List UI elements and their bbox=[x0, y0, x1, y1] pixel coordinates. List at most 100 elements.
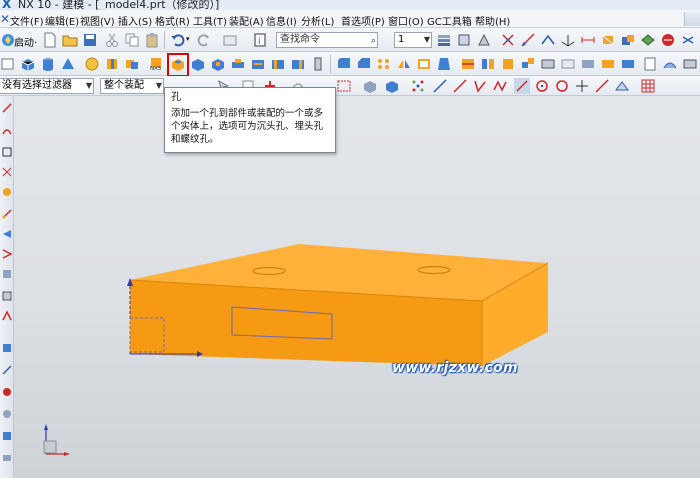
chamfer-icon[interactable] bbox=[356, 56, 372, 72]
move-to-layer-icon[interactable] bbox=[456, 32, 472, 48]
process-studio-icon[interactable] bbox=[1, 268, 13, 280]
menu-analysis[interactable]: 分析(L) bbox=[301, 13, 334, 28]
datum-csys-icon[interactable] bbox=[560, 32, 576, 48]
shortcuts-icon[interactable] bbox=[1, 452, 13, 464]
menu-assembly[interactable]: 装配(A) bbox=[229, 13, 264, 28]
manufacturing-wizard-icon[interactable] bbox=[1, 290, 13, 302]
feature-dialog-icon[interactable] bbox=[642, 56, 658, 72]
show-hide-icon[interactable] bbox=[620, 32, 636, 48]
draft-icon[interactable] bbox=[436, 56, 452, 72]
sketch-icon[interactable] bbox=[0, 56, 16, 72]
menu-info[interactable]: 信息(I) bbox=[266, 13, 297, 28]
menu-preferences[interactable]: 首选项(P) bbox=[341, 13, 385, 28]
palette-icon[interactable] bbox=[1, 386, 13, 398]
body-select-icon[interactable] bbox=[362, 78, 378, 94]
edge-blend-icon[interactable] bbox=[336, 56, 352, 72]
datum-axis-icon[interactable] bbox=[520, 32, 536, 48]
graphics-window[interactable] bbox=[14, 96, 700, 478]
chevron-down-icon[interactable]: ▼ bbox=[156, 79, 162, 93]
sew-icon[interactable] bbox=[540, 56, 556, 72]
render-style-icon[interactable] bbox=[660, 32, 676, 48]
dimension-icon[interactable] bbox=[580, 32, 596, 48]
pocket-icon[interactable] bbox=[210, 56, 226, 72]
work-layer-select[interactable]: 1 ▼ bbox=[394, 32, 432, 48]
menu-tools[interactable]: 工具(T) bbox=[193, 13, 227, 28]
reuse-library-icon[interactable] bbox=[1, 166, 13, 178]
command-finder-input[interactable]: 查找命令 ⌕ bbox=[276, 32, 378, 48]
paste-icon[interactable] bbox=[144, 32, 160, 48]
nx-menu-icon[interactable]: ✕ bbox=[0, 12, 10, 26]
scale-body-icon[interactable] bbox=[520, 56, 536, 72]
toolbar-grip[interactable] bbox=[684, 12, 700, 26]
revolve-icon[interactable] bbox=[104, 56, 120, 72]
patch-icon[interactable] bbox=[560, 56, 576, 72]
menu-window[interactable]: 窗口(O) bbox=[388, 13, 424, 28]
chevron-down-icon[interactable]: ▼ bbox=[86, 79, 92, 93]
history-icon[interactable] bbox=[1, 228, 13, 240]
extrude-block-icon[interactable] bbox=[20, 56, 36, 72]
system-materials-icon[interactable] bbox=[1, 248, 13, 260]
mid-point-icon[interactable] bbox=[472, 78, 488, 94]
layer-settings-icon[interactable] bbox=[436, 32, 452, 48]
chevron-down-icon[interactable]: ▼ bbox=[424, 33, 430, 47]
menu-insert[interactable]: 插入(S) bbox=[118, 13, 152, 28]
split-body-icon[interactable] bbox=[480, 56, 496, 72]
menu-edit[interactable]: 编辑(E) bbox=[45, 13, 79, 28]
pattern-icon[interactable] bbox=[376, 56, 392, 72]
zoom-window-icon[interactable] bbox=[680, 32, 696, 48]
pad-icon[interactable] bbox=[230, 56, 246, 72]
undo-dropdown-icon[interactable]: ▾ bbox=[186, 35, 190, 43]
edit-object-display-icon[interactable] bbox=[600, 32, 616, 48]
arc-center-icon[interactable] bbox=[534, 78, 550, 94]
menu-view[interactable]: 视图(V) bbox=[80, 13, 115, 28]
menu-format[interactable]: 格式(R) bbox=[155, 13, 190, 28]
roles-icon[interactable] bbox=[1, 310, 13, 322]
open-folder-icon[interactable] bbox=[62, 32, 78, 48]
redo-icon[interactable] bbox=[196, 32, 212, 48]
undo-icon[interactable] bbox=[170, 32, 186, 48]
existing-point-icon[interactable] bbox=[574, 78, 590, 94]
hd3d-tools-icon[interactable] bbox=[1, 186, 13, 198]
cone-icon[interactable] bbox=[60, 56, 76, 72]
print-preview-icon[interactable] bbox=[1, 430, 13, 442]
groove-icon[interactable] bbox=[270, 56, 286, 72]
intersection-point-icon[interactable] bbox=[514, 78, 530, 94]
layer-view-icon[interactable] bbox=[1, 342, 13, 354]
solid-body-icon[interactable] bbox=[384, 78, 400, 94]
curve-line-icon[interactable] bbox=[432, 78, 448, 94]
rib-icon[interactable] bbox=[290, 56, 306, 72]
assembly-navigator-icon[interactable] bbox=[1, 102, 13, 114]
snap-view-icon[interactable] bbox=[640, 32, 656, 48]
constraint-navigator-icon[interactable] bbox=[1, 124, 13, 136]
system-scenes-icon[interactable] bbox=[1, 364, 13, 376]
point-constructor-icon[interactable] bbox=[500, 32, 516, 48]
search-icon[interactable]: ⌕ bbox=[371, 34, 376, 47]
rectangle-select-icon[interactable] bbox=[336, 78, 352, 94]
sphere-icon[interactable] bbox=[84, 56, 100, 72]
type-filter-select[interactable]: 没有选择过滤器 ▼ bbox=[0, 78, 94, 94]
menu-gc-toolbox[interactable]: GC工具箱 bbox=[427, 13, 472, 28]
wcs-icon[interactable] bbox=[476, 32, 492, 48]
copy-icon[interactable] bbox=[124, 32, 140, 48]
cylinder-icon[interactable] bbox=[40, 56, 56, 72]
boolean-unite-icon[interactable] bbox=[124, 56, 140, 72]
information-icon[interactable]: i bbox=[252, 32, 268, 48]
repeat-command-icon[interactable] bbox=[222, 32, 238, 48]
point-on-curve-icon[interactable] bbox=[594, 78, 610, 94]
offset-face-icon[interactable] bbox=[500, 56, 516, 72]
surface-icon[interactable] bbox=[662, 56, 678, 72]
shell-icon[interactable] bbox=[416, 56, 432, 72]
start-menu-button[interactable]: 启动· bbox=[14, 34, 37, 49]
quadrant-point-icon[interactable] bbox=[554, 78, 570, 94]
end-point-icon[interactable] bbox=[452, 78, 468, 94]
extract-geometry-icon[interactable] bbox=[682, 56, 698, 72]
web-browser-icon[interactable] bbox=[1, 208, 13, 220]
synchronous-modeling-icon[interactable] bbox=[620, 56, 636, 72]
selection-scope-select[interactable]: 整个装配 ▼ bbox=[100, 78, 164, 94]
datum-plane-icon[interactable] bbox=[540, 32, 556, 48]
new-file-icon[interactable] bbox=[42, 32, 58, 48]
save-icon[interactable] bbox=[82, 32, 98, 48]
grid-icon[interactable] bbox=[640, 78, 656, 94]
part-navigator-icon[interactable] bbox=[1, 146, 13, 158]
move-face-icon[interactable] bbox=[600, 56, 616, 72]
